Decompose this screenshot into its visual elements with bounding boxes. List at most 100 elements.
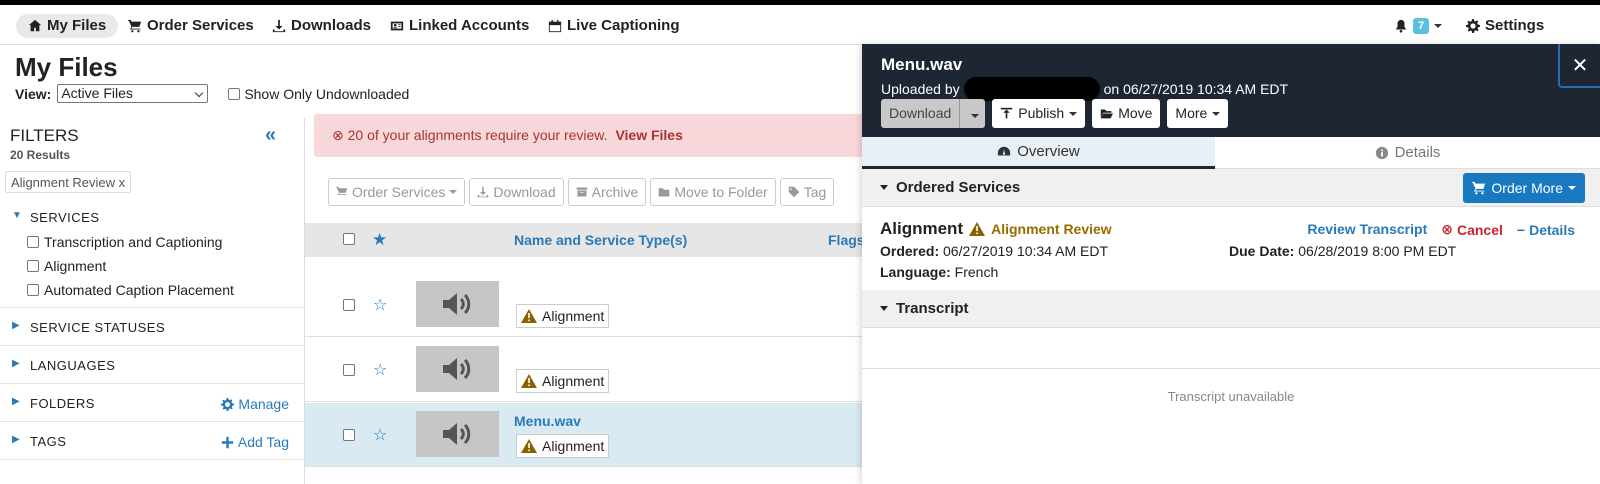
tab-details-label: Details (1394, 144, 1441, 161)
warning-icon (969, 222, 986, 236)
volume-icon (442, 358, 470, 380)
filter-section-services-label: SERVICES (30, 210, 100, 225)
service-option[interactable]: Alignment (27, 258, 106, 274)
warning-icon (521, 374, 537, 388)
show-undownloaded-toggle[interactable]: Show Only Undownloaded (228, 86, 409, 102)
cancel-label: Cancel (1456, 221, 1503, 238)
tag-button[interactable]: Tag (779, 178, 835, 206)
nav-downloads[interactable]: Downloads (260, 14, 383, 38)
upload-icon (1001, 107, 1013, 119)
error-circle-icon: ⊗ (332, 127, 344, 143)
transcript-section[interactable]: Transcript (862, 290, 1600, 328)
gear-icon (221, 397, 235, 411)
active-filter-chip[interactable]: Alignment Review x (5, 171, 132, 193)
move-button[interactable]: Move (1092, 99, 1161, 128)
order-more-button[interactable]: Order More (1463, 173, 1585, 203)
nav-order-services[interactable]: Order Services (116, 14, 266, 38)
service-option[interactable]: Transcription and Captioning (27, 234, 222, 250)
warning-icon (521, 439, 537, 453)
add-tag-link[interactable]: Add Tag (221, 434, 289, 450)
col-name-header[interactable]: Name and Service Type(s) (514, 232, 687, 248)
top-nav: My Files Order Services Downloads Linked… (0, 5, 1600, 45)
nav-downloads-label: Downloads (291, 17, 372, 34)
filter-section-label: SERVICE STATUSES (30, 320, 166, 335)
service-checkbox[interactable] (27, 260, 39, 272)
caret-right-icon: ▶ (12, 358, 21, 369)
archive-label: Archive (591, 184, 639, 200)
table-header: ★ Name and Service Type(s) Flags (305, 223, 865, 257)
tab-overview[interactable]: Overview (862, 137, 1215, 169)
service-tag: Alignment (516, 304, 610, 328)
row-checkbox[interactable] (343, 364, 355, 376)
nav-my-files[interactable]: My Files (16, 14, 119, 38)
audio-thumbnail (416, 281, 499, 327)
id-card-icon (390, 21, 404, 31)
row-checkbox[interactable] (343, 429, 355, 441)
star-outline-icon[interactable]: ☆ (373, 425, 387, 445)
tab-details[interactable]: Details (1215, 137, 1600, 169)
language-value: French (954, 264, 999, 280)
file-name-link[interactable]: Menu.wav (514, 413, 581, 429)
service-checkbox[interactable] (27, 284, 39, 296)
table-row[interactable]: ☆ Alignment (305, 273, 865, 337)
cart-icon (1472, 181, 1486, 195)
manage-label: Manage (238, 396, 289, 412)
service-tag-label: Alignment (542, 438, 605, 454)
panel-download-label[interactable]: Download (881, 99, 961, 128)
star-outline-icon[interactable]: ☆ (373, 360, 387, 380)
ordered-date: Ordered: 06/27/2019 10:34 AM EDT (880, 243, 1108, 259)
star-icon[interactable]: ★ (372, 230, 387, 250)
publish-button[interactable]: Publish (992, 99, 1086, 128)
details-link[interactable]: − Details (1517, 221, 1575, 238)
cancel-link[interactable]: ⊗ Cancel (1441, 221, 1503, 238)
table-row-selected[interactable]: ☆ Menu.wav Alignment (305, 403, 865, 467)
transcript-unavailable: Transcript unavailable (1167, 389, 1295, 404)
view-row: View: Active Files Show Only Undownloade… (15, 84, 409, 103)
more-button[interactable]: More (1167, 99, 1229, 128)
chevron-down-icon (1069, 111, 1078, 116)
archive-button[interactable]: Archive (567, 178, 647, 206)
caret-right-icon: ▶ (12, 434, 21, 445)
ordered-services-section[interactable]: Ordered Services Order More (862, 169, 1600, 207)
notifications-button[interactable]: 7 (1382, 14, 1454, 38)
divider (862, 368, 1600, 369)
chevron-down-icon (1434, 24, 1443, 28)
bell-icon (1395, 19, 1407, 33)
close-icon[interactable]: ✕ (1558, 44, 1600, 88)
panel-download-button[interactable]: Download (881, 99, 986, 128)
nav-linked-accounts[interactable]: Linked Accounts (378, 14, 541, 38)
audio-thumbnail (416, 346, 499, 392)
filter-section-label: TAGS (30, 434, 67, 449)
info-circle-icon (1375, 146, 1388, 160)
row-checkbox[interactable] (343, 299, 355, 311)
service-checkbox[interactable] (27, 236, 39, 248)
select-all-checkbox[interactable] (343, 233, 355, 245)
nav-linked-accounts-label: Linked Accounts (409, 17, 530, 34)
col-flags-header[interactable]: Flags (828, 232, 865, 248)
gear-icon (1466, 19, 1480, 33)
download-dropdown-toggle[interactable] (965, 99, 985, 128)
view-label: View: (15, 85, 52, 102)
nav-settings[interactable]: Settings (1454, 14, 1556, 38)
download-button[interactable]: Download (469, 178, 564, 206)
order-services-button[interactable]: Order Services (328, 178, 466, 206)
redacted-name (963, 77, 1100, 101)
order-more-label: Order More (1491, 180, 1563, 196)
show-undownloaded-checkbox[interactable] (228, 87, 241, 100)
view-files-link[interactable]: View Files (615, 127, 682, 143)
language-label: Language: (880, 264, 951, 280)
manage-folders-link[interactable]: Manage (221, 396, 289, 412)
star-outline-icon[interactable]: ☆ (373, 295, 387, 315)
service-option[interactable]: Automated Caption Placement (27, 282, 234, 298)
details-label: Details (1529, 221, 1575, 238)
nav-live-captioning[interactable]: Live Captioning (536, 14, 692, 38)
view-select[interactable]: Active Files (57, 84, 209, 103)
review-alert: ⊗ 20 of your alignments require your rev… (314, 114, 874, 157)
download-label: Download (493, 184, 556, 200)
review-transcript-link[interactable]: Review Transcript (1307, 221, 1427, 238)
service-tag: Alignment (516, 369, 610, 393)
move-to-folder-button[interactable]: Move to Folder (650, 178, 776, 206)
more-label: More (1175, 105, 1208, 121)
collapse-sidebar-icon[interactable]: « (265, 124, 276, 147)
table-row[interactable]: ☆ Alignment (305, 338, 865, 402)
